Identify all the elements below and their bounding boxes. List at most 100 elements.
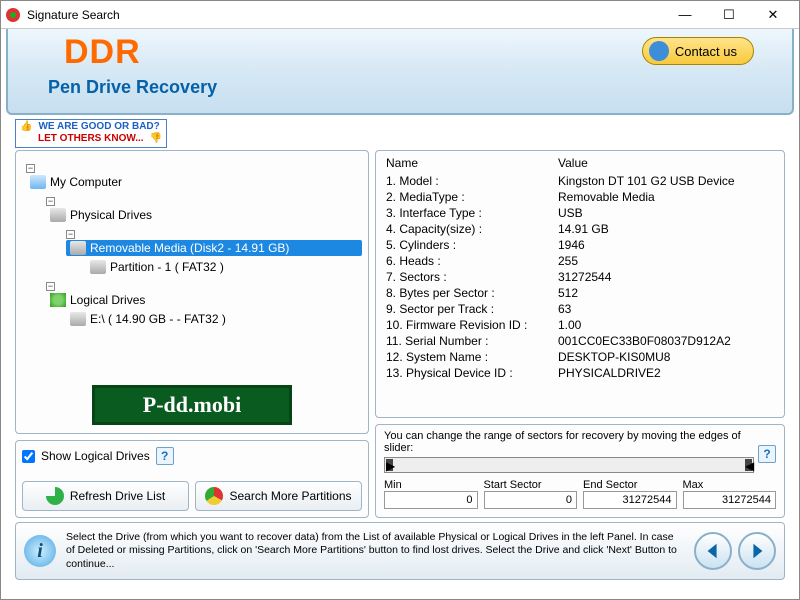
window-title: Signature Search [27,8,663,22]
prop-value: DESKTOP-KIS0MU8 [558,350,774,364]
properties-panel: Name Value 1. Model :Kingston DT 101 G2 … [375,150,785,418]
tree-node-removable-media[interactable]: Removable Media (Disk2 - 14.91 GB) [66,240,362,256]
sector-slider[interactable]: ▶ ◀ [384,457,754,473]
prop-name: 8. Bytes per Sector : [386,286,558,300]
info-icon [24,535,56,567]
min-input[interactable] [384,491,478,509]
property-row: 5. Cylinders :1946 [376,237,784,253]
minimize-button[interactable]: — [663,3,707,27]
drive-icon [70,241,86,255]
tree-node-logical-drives[interactable]: Logical Drives [46,292,362,308]
controls-panel: Show Logical Drives ? Refresh Drive List… [15,440,369,518]
prop-name: 3. Interface Type : [386,206,558,220]
tree-node-partition[interactable]: Partition - 1 ( FAT32 ) [86,259,362,275]
footer-panel: Select the Drive (from which you want to… [15,522,785,580]
contact-us-button[interactable]: Contact us [642,37,754,65]
refresh-icon [46,487,64,505]
property-row: 11. Serial Number :001CC0EC33B0F08037D91… [376,333,784,349]
prop-value: USB [558,206,774,220]
prop-value: 14.91 GB [558,222,774,236]
tree-node-physical-drives[interactable]: Physical Drives [46,207,362,223]
prop-name: 10. Firmware Revision ID : [386,318,558,332]
property-row: 3. Interface Type :USB [376,205,784,221]
help-button[interactable]: ? [156,447,174,465]
drive-icon [90,260,106,274]
app-icon [5,7,21,23]
prop-name: 1. Model : [386,174,558,188]
feedback-banner[interactable]: 👍 WE ARE GOOD OR BAD? LET OTHERS KNOW...… [15,119,167,148]
title-bar: Signature Search — ☐ ✕ [1,1,799,29]
computer-icon [30,175,46,189]
brand-banner: P-dd.mobi [92,385,292,425]
logo: DDR [64,33,141,72]
property-row: 2. MediaType :Removable Media [376,189,784,205]
property-row: 9. Sector per Track :63 [376,301,784,317]
expand-toggle[interactable]: − [66,230,75,239]
app-subtitle: Pen Drive Recovery [48,77,217,98]
prop-name: 7. Sectors : [386,270,558,284]
prop-name: 4. Capacity(size) : [386,222,558,236]
min-label: Min [384,479,478,491]
slider-min-grip[interactable]: ▶ [386,459,393,471]
prop-header-name: Name [386,156,558,170]
prop-name: 12. System Name : [386,350,558,364]
prop-name: 13. Physical Device ID : [386,366,558,380]
slider-max-grip[interactable]: ◀ [745,459,752,471]
logical-drive-icon [50,293,66,307]
tree-node-e-volume[interactable]: E:\ ( 14.90 GB - - FAT32 ) [66,311,362,327]
expand-toggle[interactable]: − [46,282,55,291]
prop-value: Removable Media [558,190,774,204]
prop-value: 1946 [558,238,774,252]
banner-line1: WE ARE GOOD OR BAD? [38,121,159,132]
end-label: End Sector [583,479,677,491]
prop-value: 63 [558,302,774,316]
drive-tree[interactable]: − My Computer − Physical Drives − Remova… [22,160,362,327]
property-row: 7. Sectors :31272544 [376,269,784,285]
tree-node-my-computer[interactable]: My Computer [26,174,362,190]
contact-label: Contact us [675,44,737,59]
drive-tree-panel: − My Computer − Physical Drives − Remova… [15,150,369,434]
drive-icon [70,312,86,326]
maximize-button[interactable]: ☐ [707,3,751,27]
expand-toggle[interactable]: − [46,197,55,206]
show-logical-label: Show Logical Drives [41,449,150,463]
start-sector-input[interactable] [484,491,578,509]
back-button[interactable] [694,532,732,570]
refresh-drive-list-button[interactable]: Refresh Drive List [22,481,189,511]
prop-value: 512 [558,286,774,300]
next-button[interactable] [738,532,776,570]
prop-value: 001CC0EC33B0F08037D912A2 [558,334,774,348]
property-row: 13. Physical Device ID :PHYSICALDRIVE2 [376,365,784,381]
search-more-partitions-button[interactable]: Search More Partitions [195,481,362,511]
sector-help-button[interactable]: ? [758,445,776,463]
footer-text: Select the Drive (from which you want to… [66,531,684,570]
banner-line2: LET OTHERS KNOW... [38,133,144,144]
max-input[interactable] [683,491,777,509]
prop-value: 1.00 [558,318,774,332]
prop-name: 11. Serial Number : [386,334,558,348]
expand-toggle[interactable]: − [26,164,35,173]
end-sector-input[interactable] [583,491,677,509]
prop-value: 31272544 [558,270,774,284]
app-header: DDR Pen Drive Recovery Contact us [6,29,794,115]
property-row: 6. Heads :255 [376,253,784,269]
property-row: 1. Model :Kingston DT 101 G2 USB Device [376,173,784,189]
sector-range-panel: You can change the range of sectors for … [375,424,785,518]
property-row: 10. Firmware Revision ID :1.00 [376,317,784,333]
start-label: Start Sector [484,479,578,491]
contact-avatar-icon [649,41,669,61]
sector-hint: You can change the range of sectors for … [384,430,754,454]
prop-value: PHYSICALDRIVE2 [558,366,774,380]
close-button[interactable]: ✕ [751,3,795,27]
property-row: 4. Capacity(size) :14.91 GB [376,221,784,237]
prop-name: 6. Heads : [386,254,558,268]
property-row: 8. Bytes per Sector :512 [376,285,784,301]
drive-icon [50,208,66,222]
property-row: 12. System Name :DESKTOP-KIS0MU8 [376,349,784,365]
prop-name: 9. Sector per Track : [386,302,558,316]
search-icon [205,487,223,505]
show-logical-checkbox[interactable] [22,450,35,463]
prop-name: 2. MediaType : [386,190,558,204]
prop-name: 5. Cylinders : [386,238,558,252]
max-label: Max [683,479,777,491]
